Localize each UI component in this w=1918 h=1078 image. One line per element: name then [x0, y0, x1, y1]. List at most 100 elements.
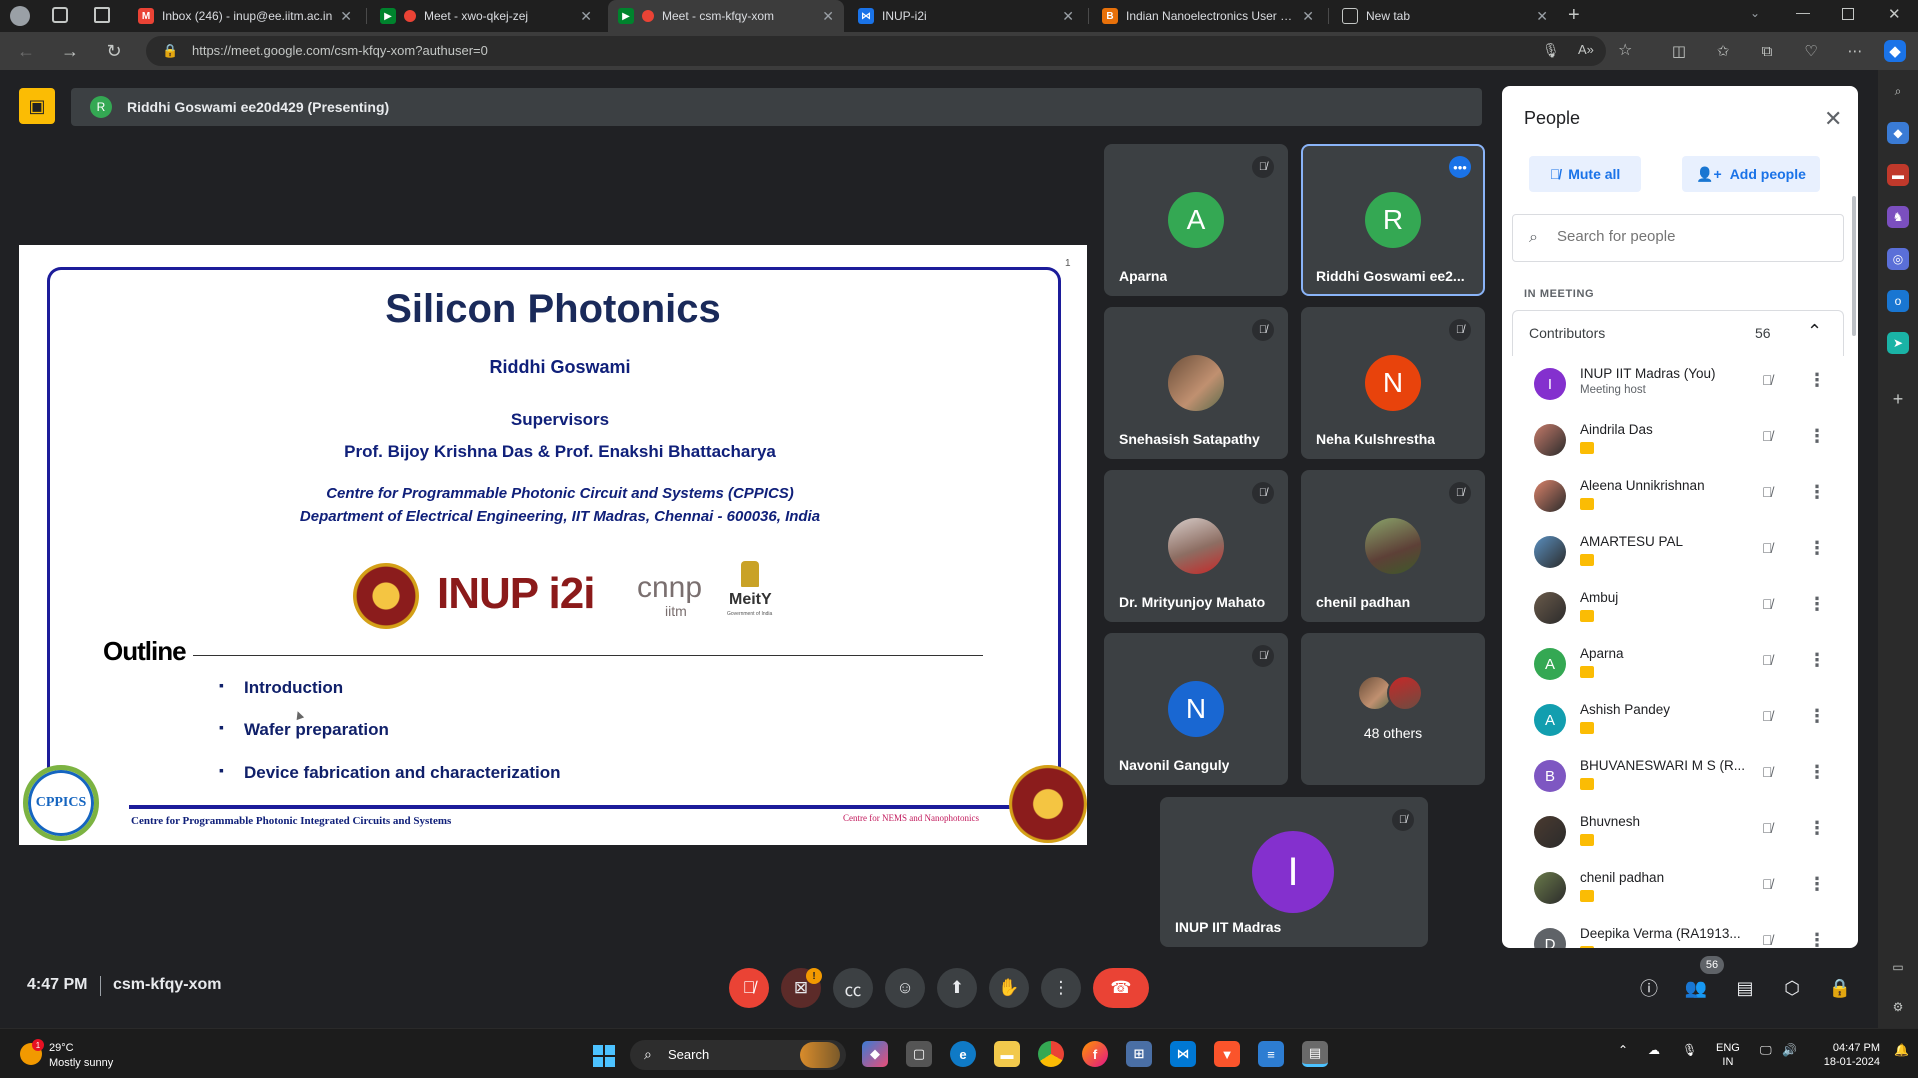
favorites-icon[interactable]: ✩	[1712, 40, 1734, 62]
refresh-icon[interactable]: ↻	[102, 39, 126, 63]
mute-all-button[interactable]: 🎙̸ Mute all	[1529, 156, 1641, 192]
sidebar-outlook-icon[interactable]: o	[1887, 290, 1909, 312]
participant-row[interactable]: A Aparna 🎙̸ ⋮	[1512, 638, 1844, 694]
sidebar-games-icon[interactable]: ♞	[1887, 206, 1909, 228]
split-screen-icon[interactable]: ◫	[1668, 40, 1690, 62]
participant-tile[interactable]: A 🎙̸ Aparna	[1104, 144, 1288, 296]
more-vert-icon[interactable]: ⋮	[1808, 482, 1826, 503]
sidebar-drop-icon[interactable]: ➤	[1887, 332, 1909, 354]
participant-tile[interactable]: N 🎙̸ Neha Kulshrestha	[1301, 307, 1485, 459]
tray-clock[interactable]: 04:47 PM 18-01-2024	[1812, 1041, 1880, 1069]
weather-description[interactable]: Mostly sunny	[49, 1057, 113, 1069]
close-panel-icon[interactable]: ✕	[1824, 106, 1842, 132]
tab-list-chevron-icon[interactable]: ⌄	[1750, 6, 1760, 20]
more-vert-icon[interactable]: ⋮	[1808, 874, 1826, 895]
new-tab-plus-icon[interactable]: +	[1568, 4, 1580, 27]
present-button[interactable]: ⬆	[937, 968, 977, 1008]
people-icon[interactable]: 👥	[1684, 976, 1708, 1000]
start-windows-icon[interactable]	[593, 1045, 615, 1067]
window-restore-icon[interactable]	[1842, 8, 1854, 20]
more-vert-icon[interactable]: ⋮	[1808, 594, 1826, 615]
tray-language[interactable]: ENG IN	[1716, 1041, 1740, 1069]
taskbar-app-icon[interactable]: ⊞	[1126, 1041, 1152, 1067]
more-vert-icon[interactable]: ⋮	[1808, 426, 1826, 447]
mic-off-icon[interactable]: 🎙̸	[1762, 484, 1773, 500]
sidebar-settings-icon[interactable]: ⚙	[1887, 996, 1909, 1018]
favorite-star-icon[interactable]: ☆	[1618, 40, 1632, 60]
copilot-icon[interactable]: ◆	[1884, 40, 1906, 62]
taskbar-edge-icon[interactable]: e	[950, 1041, 976, 1067]
taskbar-notepad-icon[interactable]: ≡	[1258, 1041, 1284, 1067]
mic-off-icon[interactable]: 🎙̸	[1762, 820, 1773, 836]
mic-off-icon[interactable]: 🎙̸	[1762, 708, 1773, 724]
search-people-box[interactable]: ⌕	[1512, 214, 1844, 262]
meeting-details-icon[interactable]: ⓘ	[1637, 976, 1661, 1000]
participant-tile[interactable]: 🎙̸ Snehasish Satapathy	[1104, 307, 1288, 459]
more-options-button[interactable]: ⋮	[1041, 968, 1081, 1008]
participant-tile[interactable]: 🎙̸ chenil padhan	[1301, 470, 1485, 622]
tab-meet-csm[interactable]: ▶ Meet - csm-kfqy-xom ✕	[608, 0, 844, 32]
tab-inup-i2i[interactable]: ⋈ INUP-i2i ✕	[848, 0, 1084, 32]
stop-presenting-icon[interactable]: ▣	[19, 88, 55, 124]
mic-off-icon[interactable]: 🎙̸	[1762, 540, 1773, 556]
sidebar-m365-icon[interactable]: ◎	[1887, 248, 1909, 270]
read-aloud-icon[interactable]: A»	[1578, 42, 1594, 57]
others-tile[interactable]: 48 others	[1301, 633, 1485, 785]
tray-mic-icon[interactable]: 🎙	[1682, 1043, 1697, 1057]
taskbar-brave-icon[interactable]: ▼	[1214, 1041, 1240, 1067]
close-tab-icon[interactable]: ✕	[340, 8, 352, 25]
raise-hand-button[interactable]: ✋	[989, 968, 1029, 1008]
taskbar-firefox-icon[interactable]: f	[1082, 1041, 1108, 1067]
tab-inup-programme[interactable]: B Indian Nanoelectronics User Prog ✕	[1092, 0, 1324, 32]
window-close-icon[interactable]: ✕	[1888, 5, 1901, 23]
sidebar-search-icon[interactable]: ⌕	[1887, 80, 1909, 102]
activities-icon[interactable]: ⬡	[1780, 976, 1804, 1000]
sidebar-hide-icon[interactable]: ▭	[1887, 956, 1909, 978]
participant-row[interactable]: Bhuvnesh 🎙̸ ⋮	[1512, 806, 1844, 862]
close-tab-icon[interactable]: ✕	[1536, 8, 1548, 25]
chevron-up-icon[interactable]: ⌃	[1807, 321, 1822, 342]
tray-notifications-icon[interactable]: 🔔	[1894, 1043, 1909, 1057]
mic-off-icon[interactable]: 🎙̸	[1762, 876, 1773, 892]
participant-row[interactable]: chenil padhan 🎙̸ ⋮	[1512, 862, 1844, 918]
more-menu-icon[interactable]: ⋯	[1844, 40, 1866, 62]
participant-tile[interactable]: 🎙̸ Dr. Mrityunjoy Mahato	[1104, 470, 1288, 622]
more-options-icon[interactable]: •••	[1449, 156, 1471, 178]
window-minimize-icon[interactable]: —	[1796, 4, 1810, 20]
tray-onedrive-icon[interactable]: ☁	[1648, 1043, 1660, 1057]
tray-overflow-chevron-icon[interactable]: ⌃	[1618, 1043, 1628, 1057]
mic-off-icon[interactable]: 🎙̸	[1762, 764, 1773, 780]
participant-row[interactable]: I INUP IIT Madras (You) Meeting host 🎙̸ ⋮	[1512, 358, 1844, 414]
close-tab-icon[interactable]: ✕	[580, 8, 592, 25]
mic-off-icon[interactable]: 🎙̸	[1762, 652, 1773, 668]
participant-row[interactable]: Aindrila Das 🎙̸ ⋮	[1512, 414, 1844, 470]
chat-icon[interactable]: ▤	[1733, 976, 1757, 1000]
taskbar-vscode-icon[interactable]: ⋈	[1170, 1041, 1196, 1067]
close-tab-icon[interactable]: ✕	[1302, 8, 1314, 25]
search-people-input[interactable]	[1557, 228, 1827, 245]
forward-icon[interactable]: →	[58, 39, 82, 63]
participant-row[interactable]: Ambuj 🎙̸ ⋮	[1512, 582, 1844, 638]
taskbar-copilot-icon[interactable]: ◆	[862, 1041, 888, 1067]
participant-row[interactable]: B BHUVANESWARI M S (R... 🎙̸ ⋮	[1512, 750, 1844, 806]
taskbar-chrome-icon[interactable]	[1038, 1041, 1064, 1067]
reactions-button[interactable]: ☺	[885, 968, 925, 1008]
mic-off-icon[interactable]: 🎙̸	[1762, 428, 1773, 444]
close-tab-icon[interactable]: ✕	[822, 8, 834, 25]
sidebar-add-icon[interactable]: +	[1887, 388, 1909, 410]
close-tab-icon[interactable]: ✕	[1062, 8, 1074, 25]
participant-tile-active[interactable]: R ••• Riddhi Goswami ee2...	[1301, 144, 1485, 296]
address-bar[interactable]: 🔒 https://meet.google.com/csm-kfqy-xom?a…	[146, 36, 1632, 66]
tab-gmail[interactable]: M Inbox (246) - inup@ee.iitm.ac.in ✕	[128, 0, 362, 32]
more-vert-icon[interactable]: ⋮	[1808, 762, 1826, 783]
leave-call-button[interactable]: ☎	[1093, 968, 1149, 1008]
lock-icon[interactable]: 🔒	[162, 43, 178, 59]
add-people-button[interactable]: 👤+ Add people	[1682, 156, 1820, 192]
more-vert-icon[interactable]: ⋮	[1808, 818, 1826, 839]
microphone-icon[interactable]: 🎙	[1542, 42, 1560, 59]
taskbar-file-explorer-icon[interactable]: ▬	[994, 1041, 1020, 1067]
browser-essentials-icon[interactable]: ♡	[1800, 40, 1822, 62]
participant-row[interactable]: A Ashish Pandey 🎙̸ ⋮	[1512, 694, 1844, 750]
taskbar-search-box[interactable]: ⌕ Search	[630, 1040, 846, 1070]
contributors-group-header[interactable]: Contributors 56 ⌃	[1512, 310, 1844, 356]
